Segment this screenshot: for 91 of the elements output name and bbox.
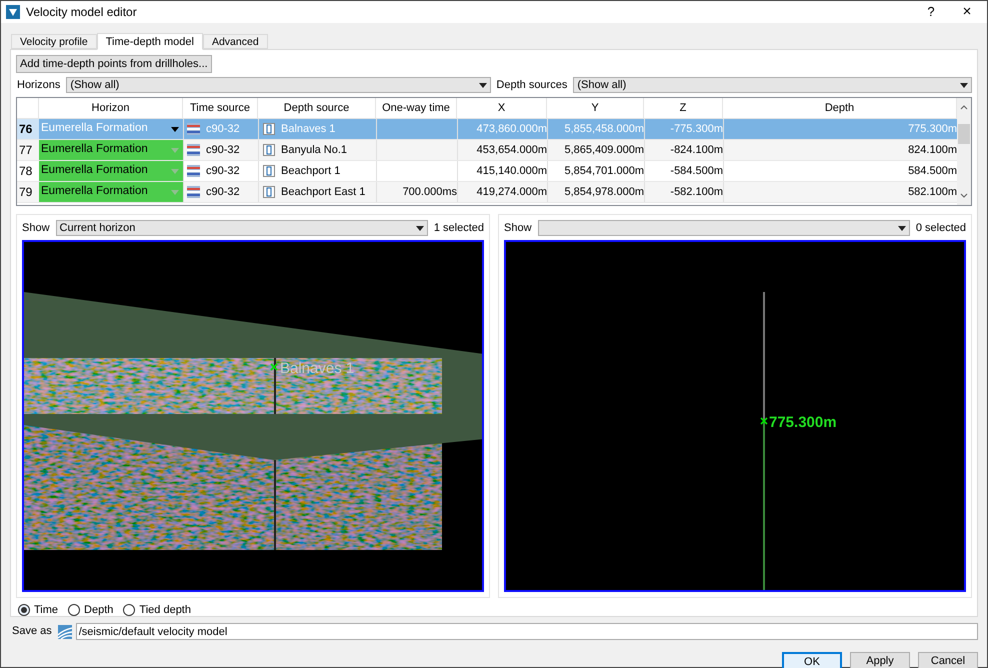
row-number: 77 <box>18 142 34 159</box>
table-cell-text: c90-32 <box>206 122 240 137</box>
dialog-button[interactable]: OK <box>782 652 842 668</box>
dropdown-caret-icon <box>171 148 179 152</box>
dropdown-caret-icon <box>171 190 179 194</box>
table-cell-text: 584.500m <box>908 164 957 179</box>
show-dropdown[interactable]: Current horizon <box>56 220 428 236</box>
help-button[interactable]: ? <box>916 2 946 22</box>
well-marker-icon <box>270 363 278 371</box>
column-header[interactable]: Z <box>644 98 723 118</box>
scrollbar-thumb[interactable] <box>958 124 970 144</box>
tab[interactable]: Advanced <box>202 34 268 49</box>
dialog-button[interactable]: Cancel <box>918 652 978 668</box>
app-logo-icon <box>6 5 20 19</box>
selection-count: 0 selected <box>916 220 966 236</box>
radio-label[interactable]: Depth <box>84 602 114 618</box>
radio-button[interactable] <box>18 604 30 616</box>
dropdown-caret-icon <box>960 82 968 88</box>
row-number: 78 <box>18 163 34 180</box>
table-cell-text: 700.000ms <box>402 184 457 200</box>
column-header[interactable]: One-way time <box>376 98 457 118</box>
dropdown-caret-icon <box>171 126 179 132</box>
row-number: 76 <box>17 119 39 139</box>
table-row[interactable]: 79 Eumerella Formation c90-32 Beachport East 1 700.000ms 419,274.000m 5,854,978.000m -582.100m 582.100m <box>17 182 957 203</box>
tab[interactable]: Velocity profile <box>11 34 97 49</box>
table-cell-text: Balnaves 1 <box>281 122 336 137</box>
table-cell-text: 582.100m <box>908 184 957 200</box>
table-cell-text: 5,854,978.000m <box>564 184 644 200</box>
window-title: Velocity model editor <box>26 4 138 21</box>
save-as-label: Save as <box>11 624 53 640</box>
save-as-field[interactable]: /seismic/default velocity model <box>76 623 978 640</box>
scroll-up-icon[interactable] <box>960 104 968 110</box>
filter-label: Horizons <box>16 78 62 93</box>
radio-label[interactable]: Time <box>34 602 58 618</box>
radio-button[interactable] <box>123 604 136 616</box>
horizon-dropdown[interactable]: Eumerella Formation <box>39 140 183 160</box>
column-header[interactable]: Y <box>547 98 644 118</box>
column-header[interactable]: Horizon <box>39 98 183 118</box>
table-cell-text: 775.300m <box>908 122 957 137</box>
table-cell-text: 824.100m <box>908 142 957 158</box>
table-cell-text: Beachport East 1 <box>281 184 366 200</box>
table-cell-text: 5,865,409.000m <box>564 142 644 158</box>
filter-label: Depth sources <box>495 78 568 93</box>
table-cell-text: 453,654.000m <box>476 142 547 158</box>
depth-marker-icon <box>760 417 768 425</box>
selection-count: 1 selected <box>434 220 484 236</box>
horizon-dropdown[interactable]: Eumerella Formation <box>39 161 183 181</box>
table-cell-text: Banyula No.1 <box>281 142 348 158</box>
depth-label: 775.300m <box>769 413 837 433</box>
table-cell-text: c90-32 <box>206 142 240 158</box>
dialog-button[interactable]: Apply <box>850 652 910 668</box>
tab[interactable]: Time-depth model <box>96 33 203 50</box>
dropdown-caret-icon <box>171 168 179 174</box>
drillhole-icon <box>263 144 275 156</box>
add-points-button[interactable]: Add time-depth points from drillholes... <box>16 55 212 73</box>
scroll-down-icon[interactable] <box>960 193 968 199</box>
dropdown-caret-icon <box>898 226 906 230</box>
table-cell-text: Beachport 1 <box>281 164 340 179</box>
dropdown-caret-icon <box>416 226 424 230</box>
table-row[interactable]: 76 Eumerella Formation c90-32 Balnaves 1 473,860.000m 5,855,458.000m -775.300m 775.300m <box>17 119 957 140</box>
table-cell-text: c90-32 <box>206 184 240 200</box>
drillhole-icon <box>263 165 275 177</box>
table-cell-text: 473,860.000m <box>476 122 547 137</box>
table-row[interactable]: 77 Eumerella Formation c90-32 Banyula No.1 453,654.000m 5,865,409.000m -824.100m 824.100m <box>17 140 957 161</box>
radio-button[interactable] <box>68 604 80 616</box>
show-label: Show <box>504 220 532 236</box>
dropdown-caret-icon <box>479 82 488 88</box>
show-label: Show <box>22 220 50 236</box>
table-cell-text: 419,274.000m <box>476 184 547 200</box>
filter-dropdown[interactable]: (Show all) <box>66 77 492 93</box>
column-header[interactable]: Depth source <box>258 98 376 118</box>
drillhole-icon <box>263 123 275 135</box>
horizon-dropdown[interactable]: Eumerella Formation <box>39 182 183 202</box>
table-cell-text: -824.100m <box>670 142 723 158</box>
column-header[interactable]: Time source <box>183 98 258 118</box>
vertical-scrollbar[interactable] <box>957 98 971 205</box>
column-header[interactable]: X <box>457 98 547 118</box>
drillhole-icon <box>263 186 275 198</box>
table-cell-text: 5,854,701.000m <box>564 164 644 179</box>
filter-dropdown[interactable]: (Show all) <box>573 77 972 93</box>
table-cell-text: c90-32 <box>206 164 240 179</box>
close-button[interactable]: × <box>952 0 982 24</box>
seismic-volume-icon <box>58 624 72 638</box>
table-row[interactable]: 78 Eumerella Formation c90-32 Beachport 1 415,140.000m 5,854,701.000m -584.500m 584.500m <box>17 161 957 182</box>
table-cell-text: 415,140.000m <box>476 164 547 179</box>
table-cell-text: -582.100m <box>670 184 723 200</box>
table-cell-text: 5,855,458.000m <box>564 122 644 137</box>
row-number: 79 <box>18 184 34 201</box>
table-cell-text: -584.500m <box>670 164 723 179</box>
radio-label[interactable]: Tied depth <box>139 602 191 618</box>
table-cell-text: -775.300m <box>670 122 723 137</box>
